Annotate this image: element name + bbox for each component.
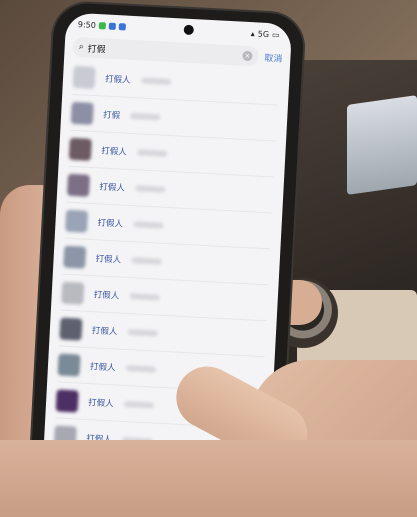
result-name: 打假人: [101, 145, 128, 158]
result-name: 打假人: [95, 253, 122, 266]
blurred-text: [127, 328, 158, 337]
result-name: 打假人: [89, 361, 116, 373]
status-time: 9:50: [77, 19, 97, 30]
avatar: [65, 209, 89, 233]
avatar: [72, 65, 96, 89]
result-name: 打假人: [104, 74, 131, 86]
blurred-text: [129, 292, 160, 301]
photo-background: 9:50 ▴ 5G ▭ ⌕ 打假 × 取消 打假人 打假 打假人 打假人 打假人…: [0, 0, 417, 517]
search-query: 打假: [87, 44, 106, 56]
device-on-desk: [347, 95, 417, 195]
avatar: [59, 317, 83, 341]
blurred-text: [125, 364, 156, 373]
search-icon: ⌕: [78, 42, 85, 53]
network-label: 5G: [257, 28, 270, 39]
result-name: 打假人: [91, 325, 118, 338]
close-circle-icon[interactable]: ×: [242, 50, 253, 62]
notification-icon: [98, 21, 107, 29]
front-camera: [183, 24, 194, 36]
blurred-text: [140, 76, 171, 85]
cancel-button[interactable]: 取消: [264, 50, 283, 64]
blurred-text: [123, 400, 154, 409]
blurred-text: [130, 112, 161, 120]
signal-icon: ▴: [250, 28, 256, 38]
blurred-text: [134, 184, 166, 193]
avatar: [55, 388, 79, 413]
result-name: 打假人: [97, 217, 124, 230]
result-name: 打假人: [93, 289, 120, 302]
result-name: 打假: [102, 109, 121, 121]
avatar: [57, 352, 81, 377]
avatar: [61, 281, 85, 305]
avatar: [63, 245, 87, 269]
result-name: 打假人: [99, 181, 126, 194]
battery-icon: ▭: [271, 29, 280, 40]
avatar: [68, 137, 92, 161]
result-name: 打假人: [87, 397, 114, 409]
avatar: [66, 173, 91, 197]
notification-icon: [118, 22, 127, 31]
blurred-text: [132, 220, 164, 229]
hand-bottom: [0, 440, 417, 517]
avatar: [70, 101, 94, 125]
blurred-text: [131, 256, 162, 265]
notification-icon: [108, 22, 117, 30]
blurred-text: [136, 148, 167, 157]
